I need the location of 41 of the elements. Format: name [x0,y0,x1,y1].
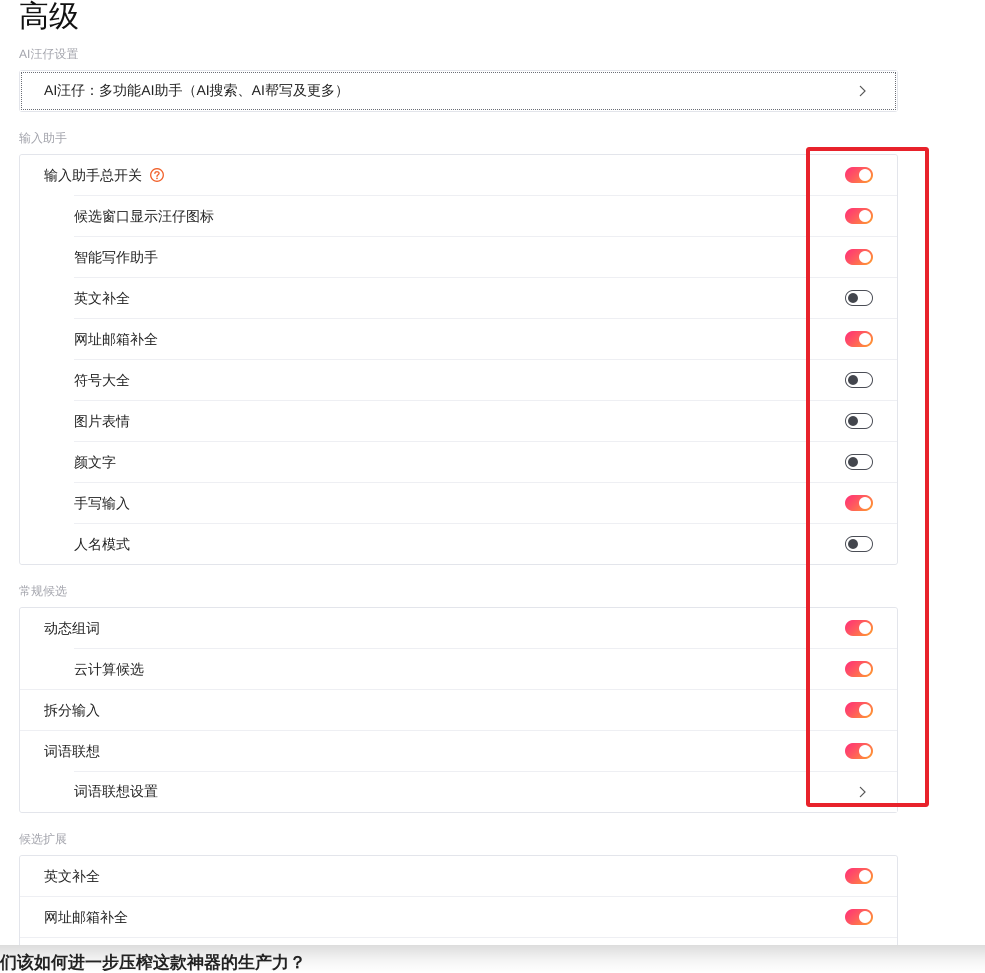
chevron-right-icon [859,85,866,97]
help-icon[interactable] [150,168,164,182]
toggle-switch[interactable] [845,702,873,718]
toggle-switch[interactable] [845,290,873,306]
setting-label: 英文补全 [74,289,130,307]
setting-label: 词语联想 [44,742,100,760]
toggle-switch[interactable] [845,495,873,511]
setting-label: 网址邮箱补全 [44,908,128,926]
setting-label: 动态组词 [44,619,100,637]
page-title: 高级 [19,0,79,34]
toggle-switch[interactable] [845,249,873,265]
section-heading: 输入助手 [19,130,67,146]
toggle-switch[interactable] [845,454,873,470]
setting-label: 候选窗口显示汪仔图标 [74,207,214,225]
setting-label: 图片表情 [74,412,130,430]
section-heading: AI汪仔设置 [19,46,78,62]
toggle-switch[interactable] [845,868,873,884]
toggle-switch[interactable] [845,536,873,552]
section-heading: 常规候选 [19,583,67,599]
toggle-switch[interactable] [845,413,873,429]
setting-label: 人名模式 [74,535,130,553]
setting-label: 颜文字 [74,453,116,471]
toggle-switch[interactable] [845,167,873,183]
toggle-switch[interactable] [845,331,873,347]
toggle-switch[interactable] [845,372,873,388]
toggle-switch[interactable] [845,661,873,677]
toggle-switch[interactable] [845,909,873,925]
setting-label: 拆分输入 [44,701,100,719]
setting-label: 智能写作助手 [74,248,158,266]
setting-label: 英文补全 [44,867,100,885]
setting-label: 输入助手总开关 [44,166,142,184]
setting-label: 手写输入 [74,494,130,512]
toggle-switch[interactable] [845,620,873,636]
setting-label: 网址邮箱补全 [74,330,158,348]
setting-label: 符号大全 [74,371,130,389]
setting-label: 云计算候选 [74,660,144,678]
toggle-switch[interactable] [845,743,873,759]
toggle-switch[interactable] [845,208,873,224]
chevron-right-icon [859,786,866,798]
settings-link[interactable]: AI汪仔：多功能AI助手（AI搜索、AI帮写及更多） [20,71,897,111]
section-heading: 候选扩展 [19,831,67,847]
